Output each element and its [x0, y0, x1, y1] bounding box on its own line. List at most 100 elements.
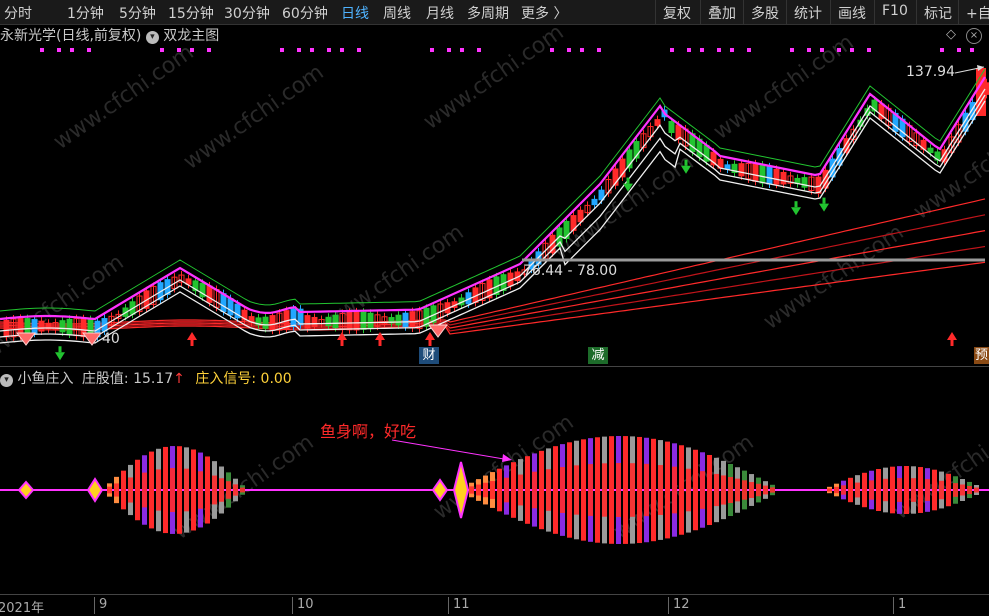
fish-bar-core [135, 474, 140, 506]
signal-arrow-icon [819, 203, 829, 212]
fish-histogram [0, 436, 989, 544]
signal-arrow-icon [425, 332, 435, 340]
candle-body [269, 315, 276, 331]
signal-dot [207, 48, 211, 52]
candle-body [591, 198, 598, 206]
fish-bar-core [595, 463, 600, 517]
signal-dot [567, 48, 571, 52]
fish-bar-core [226, 481, 231, 499]
signal-dot [87, 48, 91, 52]
signal-arrow-icon [947, 332, 957, 340]
fish-bar-core [967, 485, 972, 495]
watermark-text: www.cfchi.com [419, 20, 568, 135]
event-badge-reduce[interactable]: 减 [588, 347, 608, 364]
fish-bar-core [233, 484, 238, 496]
candle-body [780, 171, 787, 185]
fish-bar-core [114, 483, 119, 497]
watermark-text: www.cfchi.com [759, 220, 908, 335]
signal-arrow-stem [340, 340, 344, 346]
candle-body [738, 163, 745, 177]
candle-body [577, 209, 584, 223]
signal-dot [297, 48, 301, 52]
fish-bar-core [539, 470, 544, 510]
signal-dot [447, 48, 451, 52]
candle-body [654, 119, 661, 126]
date-tick: 10 [292, 597, 314, 614]
dropdown-icon[interactable]: ▾ [0, 374, 13, 387]
signal-dot [790, 48, 794, 52]
event-badge-forecast[interactable]: 预 [974, 347, 989, 364]
signal-dot [580, 48, 584, 52]
fish-bar-core [212, 475, 217, 505]
signal-dot [940, 48, 944, 52]
signal-dot [40, 48, 44, 52]
signal-dot [177, 48, 181, 52]
signal-arrow-icon [791, 207, 801, 216]
signal-dot [340, 48, 344, 52]
candle-body [38, 320, 45, 332]
candle-body [332, 314, 339, 329]
signal-dot [970, 48, 974, 52]
fish-bar-core [469, 486, 474, 494]
signal-dot [717, 48, 721, 52]
chart-canvas[interactable]: www.cfchi.comwww.cfchi.comwww.cfchi.comw… [0, 0, 989, 615]
candle-body [668, 121, 675, 133]
event-badge-earnings[interactable]: 财 [419, 347, 439, 364]
price-range-label: 76.44 - 78.00 [523, 263, 618, 279]
fish-bar-core [560, 467, 565, 513]
date-tick: 12 [668, 597, 690, 614]
fish-bar-core [128, 477, 133, 503]
candle-body [346, 311, 353, 331]
fish-bar-core [707, 472, 712, 508]
signal-dot [357, 48, 361, 52]
signal-arrow-stem [684, 159, 688, 166]
fish-bar-core [841, 485, 846, 495]
signal-dot [550, 48, 554, 52]
candle-body [290, 308, 297, 328]
candle-body [395, 314, 402, 326]
signal-dot [597, 48, 601, 52]
fish-bar-core [518, 474, 523, 506]
watermark-text: www.cfchi.com [709, 30, 858, 145]
high-price-label: 137.94 [906, 64, 955, 80]
candle-body [227, 298, 234, 316]
fish-bar-core [834, 486, 839, 494]
signal-arrow-stem [190, 340, 194, 346]
signal-arrow-stem [794, 201, 798, 208]
candle-body [31, 319, 38, 334]
fish-bar-core [149, 470, 154, 510]
candle-body [766, 166, 773, 185]
fish-bar-core [939, 480, 944, 500]
signal-dot [700, 48, 704, 52]
signal-dot [867, 48, 871, 52]
candle-body [325, 316, 332, 327]
signal-dot [190, 48, 194, 52]
fish-bar-core [511, 476, 516, 504]
fish-bar-core [532, 471, 537, 509]
fish-bar-core [476, 484, 481, 496]
fish-bar-core [925, 479, 930, 501]
fish-bar-core [827, 488, 832, 492]
candle-body [409, 311, 416, 329]
signal-dot [160, 48, 164, 52]
indicator-name[interactable]: 小鱼庄入 [17, 371, 73, 387]
candle-body [66, 318, 73, 335]
signal-dot [477, 48, 481, 52]
fish-bar-core [848, 483, 853, 497]
signal-dot [807, 48, 811, 52]
signal-dot [730, 48, 734, 52]
signal-dot [280, 48, 284, 52]
pane-divider[interactable] [0, 366, 989, 367]
signal-arrow-icon [187, 332, 197, 340]
fish-bar-core [121, 480, 126, 500]
fish-bar-core [665, 465, 670, 515]
signal-label: 庄入信号: [195, 371, 257, 387]
low-price-label: 40 [102, 331, 120, 347]
fish-bar-core [897, 478, 902, 502]
fish-bar-core [623, 463, 628, 517]
candlesticks [3, 68, 989, 342]
fish-bar-core [974, 487, 979, 493]
fish-bar-core [756, 483, 761, 497]
fish-bar-core [198, 471, 203, 509]
fish-bar-core [574, 465, 579, 515]
